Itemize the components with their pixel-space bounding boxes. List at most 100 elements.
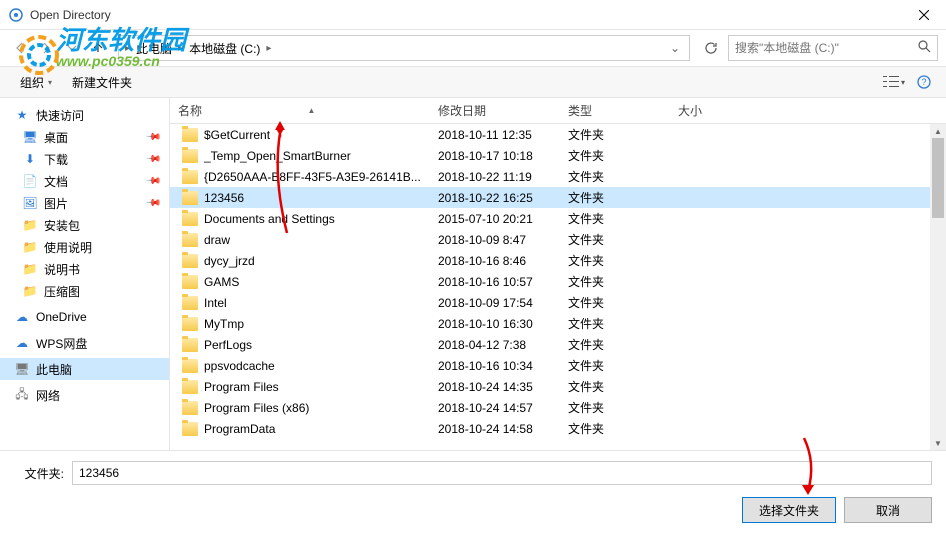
view-options-button[interactable]: ▾ [882,70,906,94]
folder-icon: 🖥 [22,129,38,145]
table-row[interactable]: _Temp_Open_SmartBurner 2018-10-17 10:18 … [170,145,946,166]
select-folder-button[interactable]: 选择文件夹 [742,497,836,523]
search-box[interactable] [728,35,938,61]
file-type: 文件夹 [560,189,670,206]
col-header-type[interactable]: 类型 [560,102,670,119]
file-type: 文件夹 [560,273,670,290]
table-row[interactable]: 123456 2018-10-22 16:25 文件夹 [170,187,946,208]
sidebar-item[interactable]: 📁 压缩图 [0,280,169,302]
list-header: 名称 ▲ 修改日期 类型 大小 [170,98,946,124]
file-name: Intel [204,296,227,310]
folder-icon [182,401,198,415]
cancel-button[interactable]: 取消 [844,497,932,523]
search-input[interactable] [735,41,918,55]
file-name: $GetCurrent [204,128,270,142]
file-type: 文件夹 [560,147,670,164]
folder-icon [182,338,198,352]
folder-icon: 📄 [22,173,38,189]
close-button[interactable] [901,0,946,30]
organize-button[interactable]: 组织 ▾ [10,70,62,95]
sidebar-item[interactable]: 🖥 桌面 📌 [0,126,169,148]
table-row[interactable]: {D2650AAA-B8FF-43F5-A3E9-26141B... 2018-… [170,166,946,187]
sidebar-item[interactable]: 📁 说明书 [0,258,169,280]
table-row[interactable]: GAMS 2018-10-16 10:57 文件夹 [170,271,946,292]
crumb-drive[interactable]: 本地磁盘 (C:) [185,40,264,57]
table-row[interactable]: PerfLogs 2018-04-12 7:38 文件夹 [170,334,946,355]
help-button[interactable]: ? [912,70,936,94]
folder-icon [182,128,198,142]
main-area: ★ 快速访问 🖥桌面📌⬇下载📌📄文档📌🖼图片📌📁安装包📁使用说明📁说明书📁压缩图… [0,98,946,450]
scrollbar[interactable]: ▲ ▼ [930,124,946,450]
nav-forward-button[interactable] [34,36,58,60]
cloud-icon: ☁ [14,335,30,351]
folder-icon [182,380,198,394]
sidebar-item-label: 压缩图 [44,283,80,300]
table-row[interactable]: $GetCurrent 2018-10-11 12:35 文件夹 [170,124,946,145]
scroll-down-icon[interactable]: ▼ [930,436,946,450]
file-type: 文件夹 [560,294,670,311]
network-icon: 🖧 [14,387,30,403]
file-name: dycy_jrzd [204,254,255,268]
refresh-button[interactable] [698,35,724,61]
sidebar-onedrive[interactable]: ☁ OneDrive [0,306,169,328]
arrow-right-icon [39,41,53,55]
file-date: 2018-10-10 16:30 [430,317,560,331]
folder-icon [182,422,198,436]
table-row[interactable]: Documents and Settings 2015-07-10 20:21 … [170,208,946,229]
table-row[interactable]: Intel 2018-10-09 17:54 文件夹 [170,292,946,313]
scroll-up-icon[interactable]: ▲ [930,124,946,138]
folder-icon: 📁 [22,261,38,277]
table-row[interactable]: ppsvodcache 2018-10-16 10:34 文件夹 [170,355,946,376]
sidebar-item[interactable]: 🖼图片📌 [0,192,169,214]
crumb-thispc[interactable]: 此电脑 [132,40,176,57]
file-name: ppsvodcache [204,359,275,373]
sidebar-quickaccess[interactable]: ★ 快速访问 [0,104,169,126]
sort-asc-icon: ▲ [308,106,316,115]
file-name: Program Files (x86) [204,401,309,415]
sidebar-item[interactable]: 📁安装包 [0,214,169,236]
sidebar-item[interactable]: 📁使用说明 [0,236,169,258]
breadcrumb[interactable]: ▸ 此电脑 ▸ 本地磁盘 (C:) ▸ ⌄ [118,35,690,61]
sidebar-thispc[interactable]: 🖥 此电脑 [0,358,169,380]
table-row[interactable]: Program Files (x86) 2018-10-24 14:57 文件夹 [170,397,946,418]
table-row[interactable]: ProgramData 2018-10-24 14:58 文件夹 [170,418,946,439]
col-header-date[interactable]: 修改日期 [430,102,560,119]
table-row[interactable]: draw 2018-10-09 8:47 文件夹 [170,229,946,250]
file-type: 文件夹 [560,399,670,416]
new-folder-button[interactable]: 新建文件夹 [62,70,142,95]
folder-field-label: 文件夹: [14,465,64,482]
file-date: 2018-10-16 10:57 [430,275,560,289]
folder-icon [182,275,198,289]
nav-back-button[interactable] [8,36,32,60]
table-row[interactable]: Program Files 2018-10-24 14:35 文件夹 [170,376,946,397]
sidebar-item[interactable]: 📄文档📌 [0,170,169,192]
table-row[interactable]: dycy_jrzd 2018-10-16 8:46 文件夹 [170,250,946,271]
scrollbar-thumb[interactable] [932,138,944,218]
file-name: draw [204,233,230,247]
pin-icon: 📌 [144,129,161,146]
breadcrumb-dropdown[interactable]: ⌄ [665,41,685,55]
col-header-size[interactable]: 大小 [670,102,750,119]
nav-up-button[interactable] [86,36,110,60]
folder-icon: 📁 [22,283,38,299]
file-date: 2018-04-12 7:38 [430,338,560,352]
nav-recent-button[interactable] [60,36,84,60]
file-name: {D2650AAA-B8FF-43F5-A3E9-26141B... [204,170,421,184]
file-type: 文件夹 [560,315,670,332]
folder-icon [182,233,198,247]
folder-icon: ⬇ [22,151,38,167]
file-date: 2018-10-17 10:18 [430,149,560,163]
sidebar-item-label: 桌面 [44,129,68,146]
table-row[interactable]: MyTmp 2018-10-10 16:30 文件夹 [170,313,946,334]
sidebar-item-label: 说明书 [44,261,80,278]
sidebar-item[interactable]: ⬇下载📌 [0,148,169,170]
file-type: 文件夹 [560,336,670,353]
folder-icon [182,296,198,310]
sidebar-wps[interactable]: ☁ WPS网盘 [0,332,169,354]
svg-text:?: ? [921,77,926,87]
sidebar-network[interactable]: 🖧 网络 [0,384,169,406]
folder-name-input[interactable] [72,461,932,485]
file-type: 文件夹 [560,231,670,248]
pin-icon: 📌 [144,151,161,168]
col-header-name[interactable]: 名称 ▲ [170,102,430,119]
